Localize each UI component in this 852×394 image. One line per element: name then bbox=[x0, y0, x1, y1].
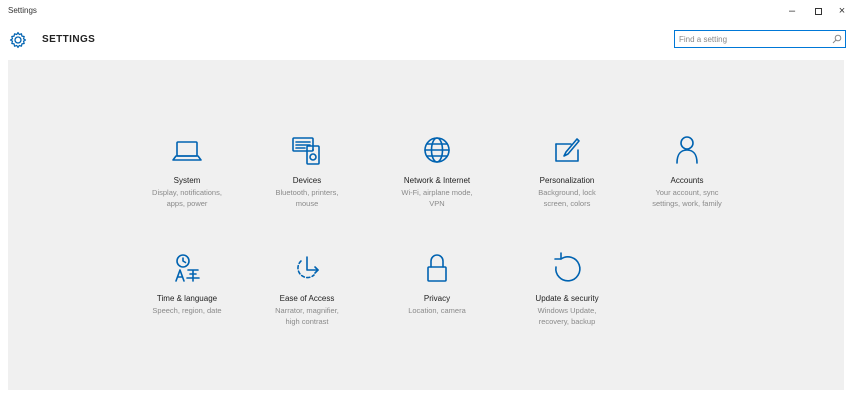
gear-icon bbox=[9, 31, 27, 49]
tile-time-language[interactable]: Time & language Speech, region, date bbox=[132, 248, 242, 316]
search-input[interactable] bbox=[679, 31, 829, 47]
tile-update-security[interactable]: Update & security Windows Update, recover… bbox=[512, 248, 622, 327]
globe-icon bbox=[424, 137, 450, 163]
settings-grid: System Display, notifications, apps, powe… bbox=[8, 60, 844, 390]
tile-description: Display, notifications, apps, power bbox=[152, 188, 222, 208]
tile-label: Devices bbox=[292, 176, 322, 185]
tile-description: Windows Update, recovery, backup bbox=[537, 306, 597, 326]
time-language-icon bbox=[175, 254, 200, 282]
tile-devices[interactable]: Devices Bluetooth, printers, mouse bbox=[252, 130, 362, 209]
tile-accounts[interactable]: Accounts Your account, sync settings, wor… bbox=[632, 130, 742, 209]
settings-window: Settings – × SETTINGS Find a setting Sys… bbox=[0, 0, 852, 394]
tile-label: System bbox=[173, 176, 201, 185]
maximize-icon bbox=[814, 7, 822, 15]
search-box[interactable] bbox=[674, 30, 846, 48]
tile-description: Location, camera bbox=[408, 306, 466, 315]
tile-description: Speech, region, date bbox=[152, 306, 222, 315]
tile-ease-of-access[interactable]: Ease of Access Narrator, magnifier, high … bbox=[252, 248, 362, 327]
tile-network[interactable]: Network & Internet Wi-Fi, airplane mode,… bbox=[382, 130, 492, 209]
refresh-icon bbox=[554, 252, 581, 282]
close-button[interactable]: × bbox=[830, 2, 852, 20]
tile-label: Ease of Access bbox=[279, 294, 335, 303]
devices-icon bbox=[292, 137, 320, 165]
person-icon bbox=[676, 136, 698, 164]
tile-label: Personalization bbox=[539, 176, 595, 185]
laptop-icon bbox=[172, 141, 202, 161]
tile-label: Update & security bbox=[535, 294, 599, 303]
tile-label: Privacy bbox=[423, 294, 451, 303]
window-title: Settings bbox=[8, 6, 37, 15]
header: SETTINGS bbox=[0, 22, 852, 58]
tile-personalization[interactable]: Personalization Background, lock screen, … bbox=[512, 130, 622, 209]
page-title: SETTINGS bbox=[42, 34, 96, 45]
tile-privacy[interactable]: Privacy Location, camera bbox=[382, 248, 492, 316]
tile-description: Wi-Fi, airplane mode, VPN bbox=[401, 188, 473, 208]
tile-system[interactable]: System Display, notifications, apps, powe… bbox=[132, 130, 242, 209]
lock-icon bbox=[427, 254, 447, 282]
maximize-button[interactable] bbox=[806, 2, 830, 20]
tile-label: Time & language bbox=[156, 294, 218, 303]
tile-description: Your account, sync settings, work, family bbox=[652, 188, 722, 208]
tile-description: Narrator, magnifier, high contrast bbox=[275, 306, 339, 326]
ease-of-access-icon bbox=[297, 256, 319, 279]
tile-label: Accounts bbox=[670, 176, 704, 185]
tile-description: Bluetooth, printers, mouse bbox=[275, 188, 339, 208]
title-bar[interactable]: Settings – × bbox=[0, 0, 852, 22]
tile-label: Network & Internet bbox=[403, 176, 471, 185]
search-icon[interactable] bbox=[832, 34, 842, 44]
minimize-button[interactable]: – bbox=[780, 2, 804, 20]
paint-icon bbox=[555, 138, 580, 162]
tile-description: Background, lock screen, colors bbox=[538, 188, 596, 208]
